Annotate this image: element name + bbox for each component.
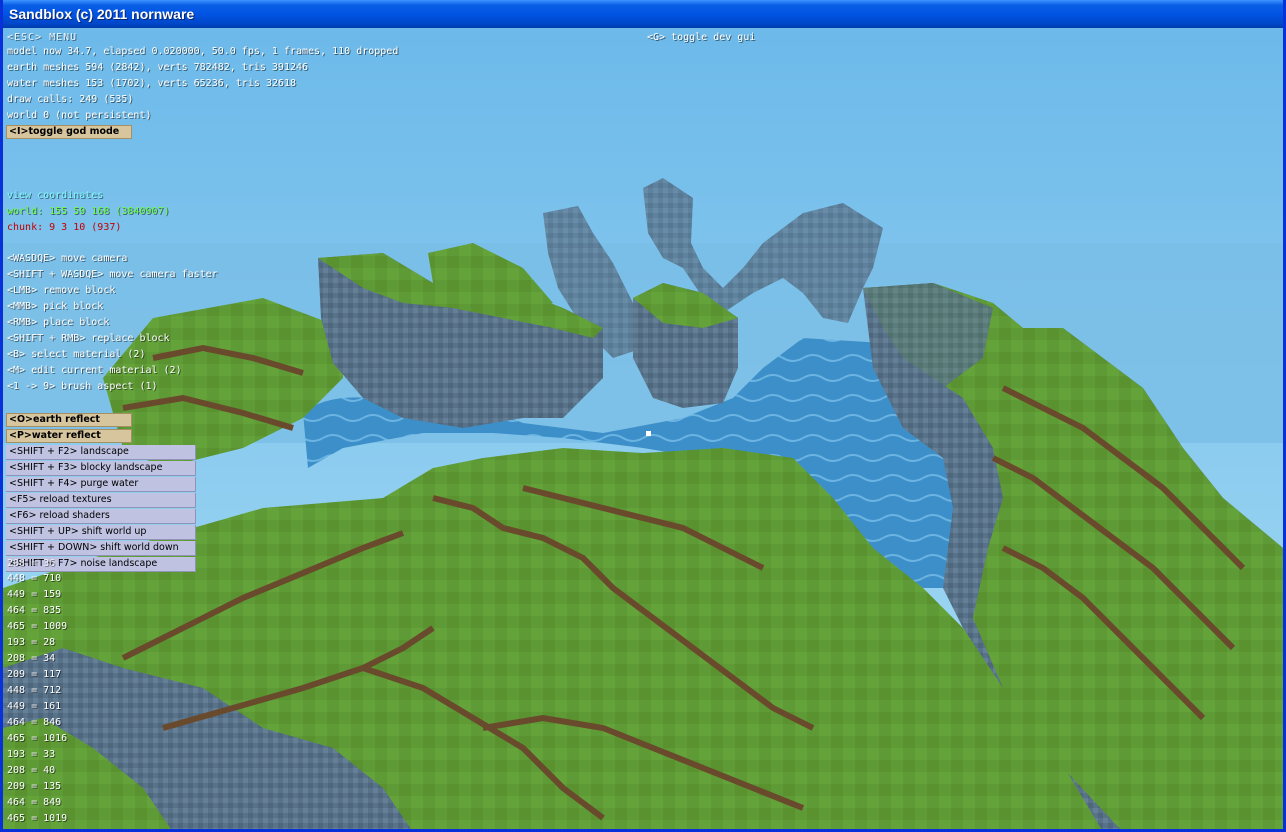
title-bar[interactable]: Sandblox (c) 2011 nornware <box>3 0 1283 28</box>
reload-textures-button[interactable]: <F5> reload textures <box>6 493 196 508</box>
world-coordinates: world: 155 59 168 (3840907) <box>7 206 170 217</box>
debug-value: 449 = 159 <box>7 589 62 600</box>
control-hint: <WASDQE> move camera <box>7 253 128 264</box>
debug-value: 448 = 710 <box>7 573 62 584</box>
debug-value: 209 = 135 <box>7 781 62 792</box>
debug-value: 464 = 835 <box>7 605 62 616</box>
dev-gui-hint: <G> toggle dev gui <box>647 32 756 43</box>
debug-value: 448 = 712 <box>7 685 62 696</box>
toggle-god-mode-button[interactable]: <I>toggle god mode <box>6 125 132 139</box>
debug-value: 208 = 34 <box>7 653 56 664</box>
debug-value: 209 = 117 <box>7 669 62 680</box>
control-hint: <1 -> 9> brush aspect (1) <box>7 381 158 392</box>
control-hint: <SHIFT + RMB> replace block <box>7 333 170 344</box>
stat-model: model now 34.7, elapsed 0.020000, 50.0 f… <box>7 46 399 57</box>
debug-value: 465 = 1009 <box>7 621 68 632</box>
debug-value: 465 = 1019 <box>7 813 68 824</box>
debug-value: 193 = 28 <box>7 637 56 648</box>
stat-water-meshes: water meshes 153 (1702), verts 65236, tr… <box>7 78 296 89</box>
stat-earth-meshes: earth meshes 594 (2842), verts 782482, t… <box>7 62 309 73</box>
control-hint: <RMB> place block <box>7 317 110 328</box>
purge-water-button[interactable]: <SHIFT + F4> purge water <box>6 477 196 492</box>
stat-draw-calls: draw calls: 249 (535) <box>7 94 134 105</box>
view-coordinates-label: view coordinates <box>7 190 104 201</box>
overlap-debug-text: 208 = 36 <box>7 558 56 569</box>
control-hint: <MMB> pick block <box>7 301 104 312</box>
stat-world: world 0 (not persistent) <box>7 110 152 121</box>
debug-value: 208 = 40 <box>7 765 56 776</box>
debug-value: 464 = 849 <box>7 797 62 808</box>
control-hint: <B> select material (2) <box>7 349 146 360</box>
shift-world-up-button[interactable]: <SHIFT + UP> shift world up <box>6 525 196 540</box>
shift-world-down-button[interactable]: <SHIFT + DOWN> shift world down <box>6 541 196 556</box>
debug-value: 465 = 1016 <box>7 733 68 744</box>
crosshair <box>646 431 651 436</box>
window-title: Sandblox (c) 2011 nornware <box>9 6 195 22</box>
debug-value: 193 = 33 <box>7 749 56 760</box>
debug-value: 464 = 846 <box>7 717 62 728</box>
chunk-coordinates: chunk: 9 3 10 (937) <box>7 222 122 233</box>
control-hint: <M> edit current material (2) <box>7 365 182 376</box>
landscape-button[interactable]: <SHIFT + F2> landscape <box>6 445 196 460</box>
app-window: Sandblox (c) 2011 nornware <ESC> MENU <G… <box>0 0 1286 832</box>
game-viewport[interactable]: <ESC> MENU <G> toggle dev gui model now … <box>3 28 1283 829</box>
hud-overlay: <ESC> MENU <G> toggle dev gui model now … <box>3 28 1283 829</box>
blocky-landscape-button[interactable]: <SHIFT + F3> blocky landscape <box>6 461 196 476</box>
earth-reflect-toggle[interactable]: <O>earth reflect <box>6 413 132 427</box>
reload-shaders-button[interactable]: <F6> reload shaders <box>6 509 196 524</box>
control-hint: <LMB> remove block <box>7 285 116 296</box>
water-reflect-toggle[interactable]: <P>water reflect <box>6 429 132 443</box>
debug-value: 449 = 161 <box>7 701 62 712</box>
control-hint: <SHIFT + WASDQE> move camera faster <box>7 269 218 280</box>
